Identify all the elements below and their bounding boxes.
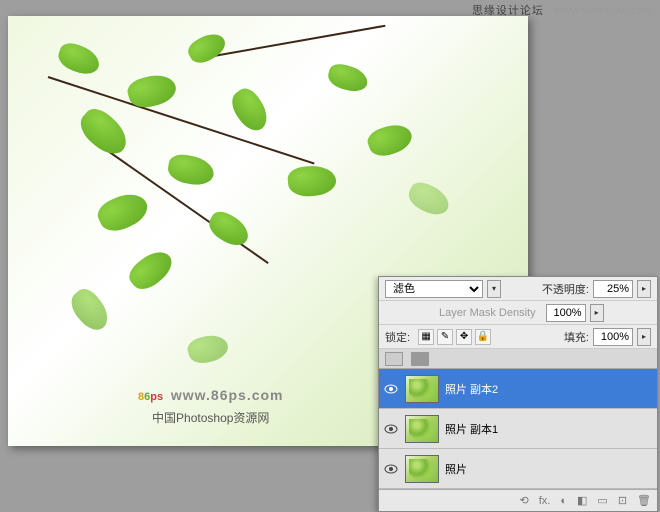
lock-label: 锁定: bbox=[385, 329, 410, 345]
lock-position-icon[interactable]: ✥ bbox=[456, 329, 472, 345]
lock-pixels-icon[interactable]: ✎ bbox=[437, 329, 453, 345]
fill-flyout-icon[interactable]: ▸ bbox=[637, 328, 651, 346]
adjustment-layer-icon[interactable]: ◧ bbox=[577, 494, 587, 507]
layer-tab-icon[interactable] bbox=[411, 352, 429, 366]
opacity-label: 不透明度: bbox=[542, 281, 589, 297]
mask-density-row: Layer Mask Density ▸ bbox=[379, 301, 657, 325]
link-layers-icon[interactable]: ⟲ bbox=[520, 494, 529, 507]
lock-transparency-icon[interactable]: ▦ bbox=[418, 329, 434, 345]
visibility-eye-icon[interactable] bbox=[383, 421, 399, 437]
layers-panel: 滤色 ▾ 不透明度: ▸ Layer Mask Density ▸ 锁定: ▦ … bbox=[378, 276, 658, 512]
layer-item[interactable]: 照片 副本1 bbox=[379, 409, 657, 449]
layer-tabs-row bbox=[379, 349, 657, 369]
layer-list: 照片 副本2 照片 副本1 照片 bbox=[379, 369, 657, 489]
opacity-input[interactable] bbox=[593, 280, 633, 298]
new-layer-icon[interactable]: ⊡ bbox=[618, 494, 627, 507]
layer-item[interactable]: 照片 副本2 bbox=[379, 369, 657, 409]
fill-label: 填充: bbox=[564, 329, 589, 345]
layer-tab-icon[interactable] bbox=[385, 352, 403, 366]
lock-all-icon[interactable]: 🔒 bbox=[475, 329, 491, 345]
delete-layer-icon[interactable]: 🗑 bbox=[637, 494, 651, 507]
blend-opacity-row: 滤色 ▾ 不透明度: ▸ bbox=[379, 277, 657, 301]
layer-fx-icon[interactable]: fx. bbox=[539, 495, 551, 507]
blend-mode-select[interactable]: 滤色 bbox=[385, 280, 483, 298]
density-input[interactable] bbox=[546, 304, 586, 322]
visibility-eye-icon[interactable] bbox=[383, 381, 399, 397]
layer-name: 照片 副本2 bbox=[445, 381, 653, 397]
layer-mask-icon[interactable]: ◐ bbox=[560, 495, 567, 507]
blend-dropdown-icon[interactable]: ▾ bbox=[487, 280, 501, 298]
layer-name: 照片 bbox=[445, 461, 653, 477]
layer-thumbnail[interactable] bbox=[405, 455, 439, 483]
density-flyout-icon[interactable]: ▸ bbox=[590, 304, 604, 322]
layer-name: 照片 副本1 bbox=[445, 421, 653, 437]
image-watermark: 86ps www.86ps.com 中国Photoshop资源网 bbox=[138, 375, 284, 426]
layer-thumbnail[interactable] bbox=[405, 415, 439, 443]
group-icon[interactable]: ▭ bbox=[597, 494, 607, 507]
fill-input[interactable] bbox=[593, 328, 633, 346]
opacity-flyout-icon[interactable]: ▸ bbox=[637, 280, 651, 298]
layer-thumbnail[interactable] bbox=[405, 375, 439, 403]
visibility-eye-icon[interactable] bbox=[383, 461, 399, 477]
site-url: WWW.MISSYUAN.COM bbox=[554, 6, 652, 16]
layer-item[interactable]: 照片 bbox=[379, 449, 657, 489]
panel-footer: ⟲ fx. ◐ ◧ ▭ ⊡ 🗑 bbox=[379, 489, 657, 511]
density-label: Layer Mask Density bbox=[439, 307, 536, 319]
lock-fill-row: 锁定: ▦ ✎ ✥ 🔒 填充: ▸ bbox=[379, 325, 657, 349]
